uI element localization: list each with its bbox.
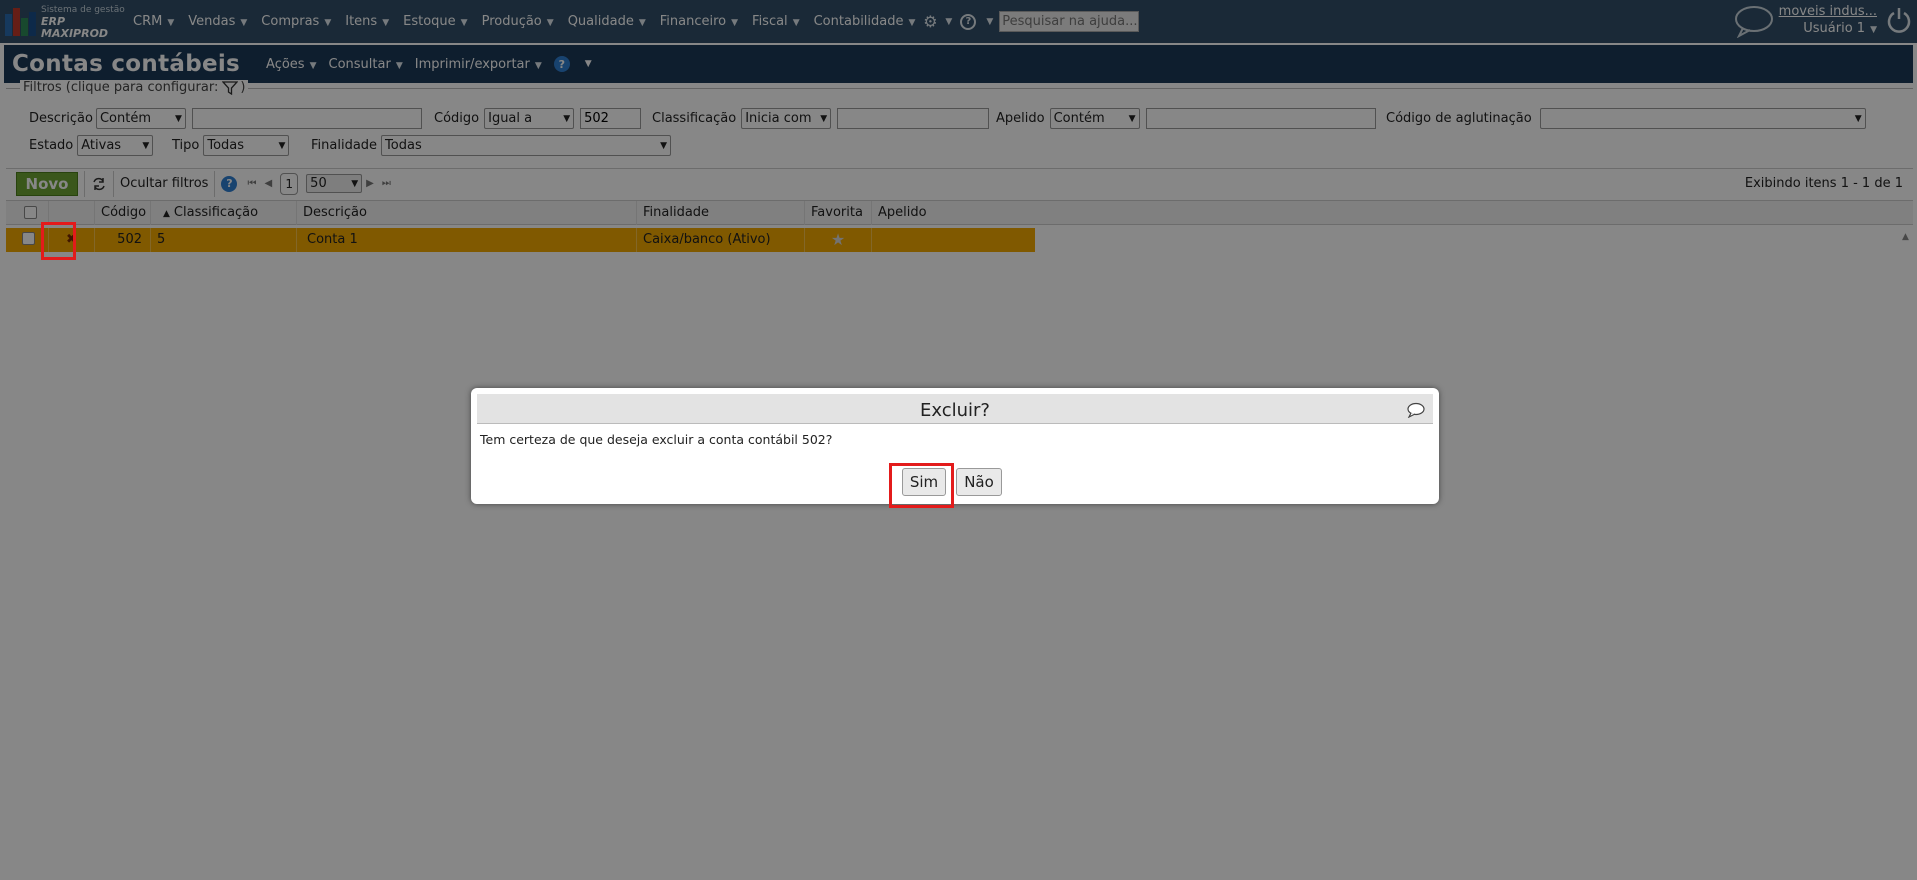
confirm-no-button[interactable]: Não (956, 468, 1002, 496)
speech-bubble-icon[interactable] (1407, 402, 1425, 418)
yes-button-highlight (889, 463, 954, 508)
dialog-title: Excluir? (920, 400, 990, 421)
dialog-message: Tem certeza de que deseja excluir a cont… (480, 432, 833, 447)
confirm-delete-dialog: Excluir? Tem certeza de que deseja exclu… (471, 388, 1439, 504)
dialog-header: Excluir? (477, 394, 1433, 424)
delete-icon-highlight (41, 222, 76, 260)
